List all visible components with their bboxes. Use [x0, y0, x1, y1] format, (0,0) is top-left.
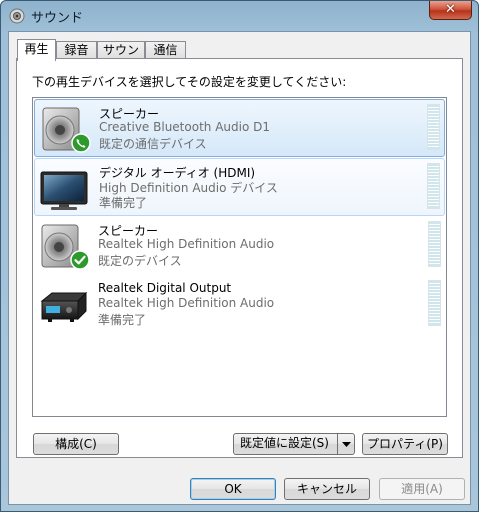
properties-button[interactable]: プロパティ(P): [362, 433, 448, 455]
device-status: 既定のデバイス: [98, 254, 182, 268]
volume-meter: [428, 280, 441, 326]
close-button[interactable]: ✕: [429, 1, 472, 20]
volume-meter: [428, 221, 441, 267]
device-description: Realtek High Definition Audio: [98, 237, 275, 251]
tab-recording[interactable]: 録音: [56, 41, 97, 59]
tab-playback[interactable]: 再生: [17, 39, 56, 61]
window-title: サウンド: [31, 11, 84, 26]
device-item-realtek-speaker[interactable]: スピーカー Realtek High Definition Audio 既定のデ…: [34, 217, 445, 275]
monitor-icon: [40, 171, 88, 210]
playback-device-list[interactable]: スピーカー Creative Bluetooth Audio D1 既定の通信デ…: [32, 97, 447, 417]
ok-button[interactable]: OK: [190, 478, 276, 500]
configure-button[interactable]: 構成(C): [33, 433, 119, 455]
device-item-digital-output[interactable]: Realtek Digital Output Realtek High Defi…: [34, 276, 445, 334]
device-item-hdmi[interactable]: デジタル オーディオ (HDMI) High Definition Audio …: [34, 158, 445, 216]
set-default-label: 既定値に設定(S): [240, 436, 329, 450]
chevron-down-icon: [342, 442, 351, 447]
set-default-dropdown-arrow[interactable]: [337, 434, 354, 454]
device-status: 準備完了: [98, 313, 147, 327]
tab-sounds[interactable]: サウンド: [97, 41, 145, 73]
speaker-title-icon: [9, 8, 25, 24]
volume-meter: [427, 163, 440, 209]
device-description: Realtek High Definition Audio: [98, 296, 275, 310]
tab-communications[interactable]: 通信: [145, 41, 186, 59]
volume-meter: [427, 104, 440, 150]
device-name: Realtek Digital Output: [98, 281, 232, 295]
playback-tab-panel: 下の再生デバイスを選択してその設定を変更してください: スピーカー Creati…: [16, 58, 463, 458]
digital-output-icon: [40, 291, 88, 322]
sound-dialog-window: サウンド ✕ 再生 録音 サウンド 通信 下の再生デバイスを選択してその設定を変…: [0, 0, 479, 512]
device-status: 既定の通信デバイス: [99, 137, 207, 151]
title-bar[interactable]: サウンド ✕: [1, 1, 478, 31]
set-default-split-button[interactable]: 既定値に設定(S): [233, 433, 355, 455]
device-description: Creative Bluetooth Audio D1: [99, 120, 270, 134]
apply-button[interactable]: 適用(A): [379, 478, 465, 500]
phone-badge-icon: [71, 133, 91, 153]
check-badge-icon: [70, 250, 90, 270]
device-status: 準備完了: [99, 196, 148, 210]
dialog-client-area: 再生 録音 サウンド 通信 下の再生デバイスを選択してその設定を変更してください…: [8, 31, 471, 505]
instruction-text: 下の再生デバイスを選択してその設定を変更してください:: [32, 75, 347, 89]
device-item-bluetooth-speaker[interactable]: スピーカー Creative Bluetooth Audio D1 既定の通信デ…: [34, 99, 445, 157]
cancel-button[interactable]: キャンセル: [284, 478, 370, 500]
